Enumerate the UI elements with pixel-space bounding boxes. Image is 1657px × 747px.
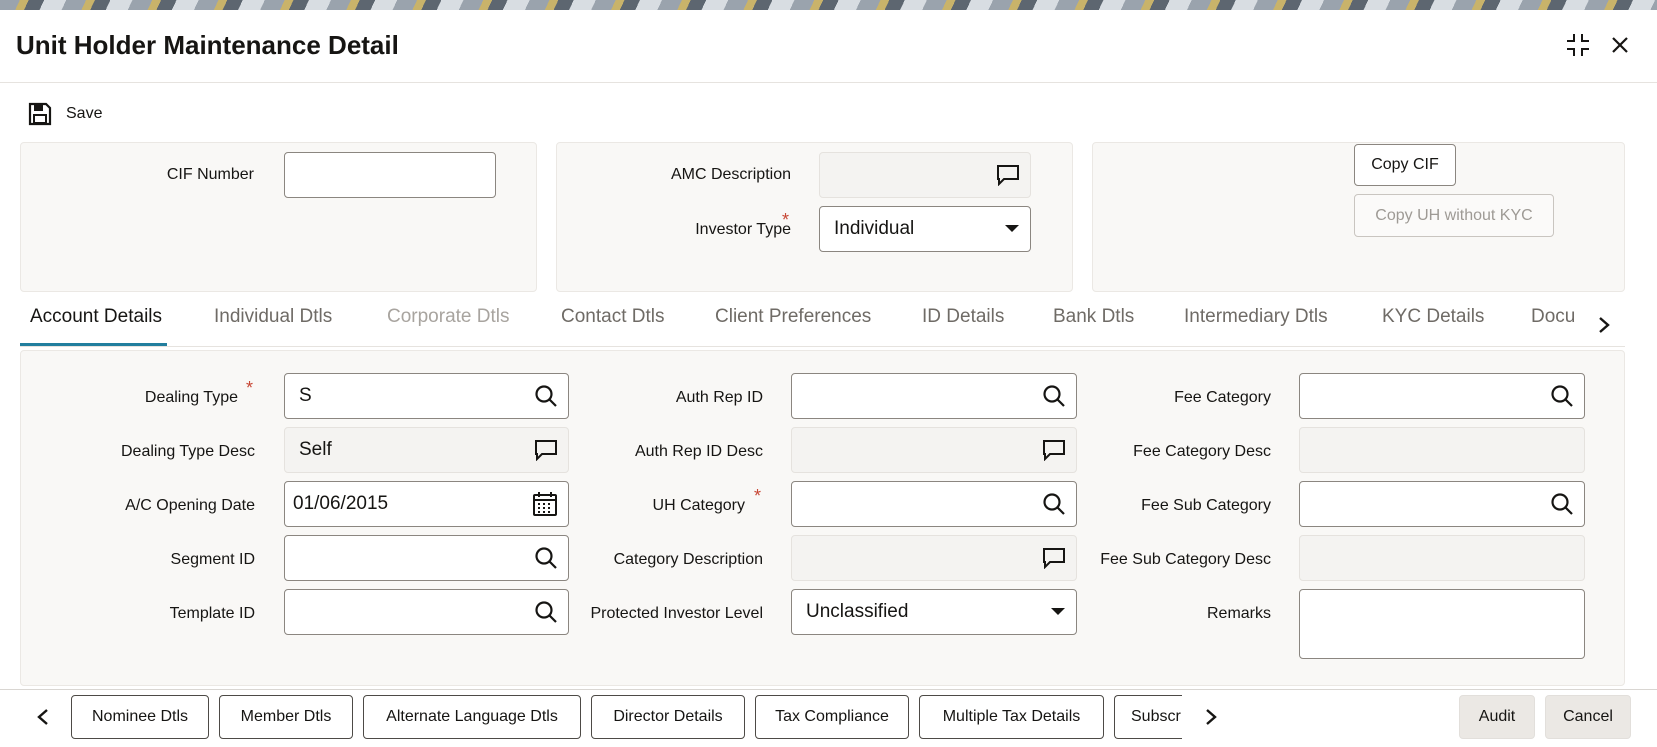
- tax-compliance-button[interactable]: Tax Compliance: [755, 695, 909, 739]
- tabs-divider: [20, 346, 1625, 347]
- uh-category-required-marker: *: [754, 486, 762, 506]
- save-label: Save: [66, 105, 103, 122]
- tab-bank-dtls[interactable]: Bank Dtls: [1053, 306, 1134, 328]
- ac-opening-date-label: A/C Opening Date: [125, 497, 255, 514]
- search-icon[interactable]: [1550, 492, 1574, 516]
- auth-rep-id-input[interactable]: [791, 373, 1077, 419]
- remarks-textarea[interactable]: [1299, 589, 1585, 659]
- calendar-icon[interactable]: [532, 491, 558, 517]
- uh-category-label: UH Category: [652, 497, 745, 514]
- fee-sub-category-desc-label: Fee Sub Category Desc: [1100, 551, 1271, 568]
- investor-type-label: Investor Type: [695, 221, 791, 238]
- director-details-button[interactable]: Director Details: [591, 695, 745, 739]
- amc-description-field: [819, 152, 1031, 198]
- tab-contact-dtls[interactable]: Contact Dtls: [561, 306, 664, 328]
- dealing-type-desc-value: Self: [299, 439, 332, 460]
- active-tab-indicator: [20, 343, 167, 346]
- tab-corporate-dtls[interactable]: Corporate Dtls: [387, 306, 510, 328]
- category-description-field: [791, 535, 1077, 581]
- cif-number-input[interactable]: [284, 152, 496, 198]
- tab-intermediary-dtls[interactable]: Intermediary Dtls: [1184, 306, 1328, 328]
- fee-category-label: Fee Category: [1174, 389, 1271, 406]
- ac-opening-date-input[interactable]: 01/06/2015: [284, 481, 569, 527]
- remarks-label: Remarks: [1206, 605, 1271, 622]
- auth-rep-id-desc-field: [791, 427, 1077, 473]
- tab-client-preferences[interactable]: Client Preferences: [715, 306, 871, 328]
- dealing-type-label: Dealing Type: [144, 389, 238, 406]
- member-dtls-button[interactable]: Member Dtls: [219, 695, 353, 739]
- save-button[interactable]: Save: [28, 100, 102, 128]
- header-divider: [0, 82, 1657, 83]
- bottom-scroll-right-icon[interactable]: [1198, 703, 1224, 731]
- fee-sub-category-desc-field: [1299, 535, 1585, 581]
- search-icon[interactable]: [1042, 492, 1066, 516]
- search-icon[interactable]: [534, 384, 558, 408]
- fee-sub-category-input[interactable]: [1299, 481, 1585, 527]
- search-icon[interactable]: [1042, 384, 1066, 408]
- top-banner: [0, 0, 1657, 10]
- tab-kyc-details[interactable]: KYC Details: [1382, 306, 1484, 328]
- dealing-type-input[interactable]: S: [284, 373, 569, 419]
- comment-icon[interactable]: [1042, 439, 1066, 461]
- copy-cif-button[interactable]: Copy CIF: [1354, 144, 1456, 186]
- uh-category-input[interactable]: [791, 481, 1077, 527]
- auth-rep-id-label: Auth Rep ID: [675, 389, 763, 406]
- investor-type-required-marker: *: [782, 210, 790, 230]
- amc-description-label: AMC Description: [670, 166, 791, 183]
- investor-type-select[interactable]: Individual: [819, 206, 1031, 252]
- tab-documents[interactable]: Docu: [1531, 306, 1601, 328]
- template-id-input[interactable]: [284, 589, 569, 635]
- nominee-dtls-button[interactable]: Nominee Dtls: [71, 695, 209, 739]
- bottom-bar-divider: [0, 689, 1657, 690]
- cancel-button[interactable]: Cancel: [1545, 695, 1631, 739]
- category-description-label: Category Description: [613, 551, 763, 568]
- dealing-type-desc-field: Self: [284, 427, 569, 473]
- dealing-type-desc-label: Dealing Type Desc: [121, 443, 255, 460]
- subscription-button[interactable]: Subscr: [1114, 695, 1182, 739]
- investor-type-value: Individual: [834, 218, 915, 239]
- fee-category-input[interactable]: [1299, 373, 1585, 419]
- bottom-scroll-left-icon[interactable]: [30, 703, 56, 731]
- search-icon[interactable]: [534, 600, 558, 624]
- copy-uh-without-kyc-button[interactable]: Copy UH without KYC: [1354, 194, 1554, 237]
- fee-sub-category-label: Fee Sub Category: [1141, 497, 1271, 514]
- auth-rep-id-desc-label: Auth Rep ID Desc: [634, 443, 763, 460]
- page-title: Unit Holder Maintenance Detail: [16, 30, 399, 60]
- minimize-icon[interactable]: [1563, 30, 1593, 60]
- template-id-label: Template ID: [169, 605, 255, 622]
- comment-icon[interactable]: [1042, 547, 1066, 569]
- tab-account-details[interactable]: Account Details: [30, 306, 162, 328]
- cif-number-label: CIF Number: [166, 166, 254, 183]
- multiple-tax-details-button[interactable]: Multiple Tax Details: [919, 695, 1104, 739]
- tabs-scroll-right-icon[interactable]: [1592, 310, 1616, 340]
- save-icon: [28, 102, 52, 126]
- audit-button[interactable]: Audit: [1459, 695, 1535, 739]
- protected-investor-level-select[interactable]: Unclassified: [791, 589, 1077, 635]
- protected-investor-level-value: Unclassified: [806, 601, 909, 622]
- tab-individual-dtls[interactable]: Individual Dtls: [214, 306, 332, 328]
- close-icon[interactable]: [1605, 30, 1635, 60]
- protected-investor-level-label: Protected Investor Level: [590, 605, 763, 622]
- comment-icon[interactable]: [534, 439, 558, 461]
- segment-id-input[interactable]: [284, 535, 569, 581]
- fee-category-desc-field: [1299, 427, 1585, 473]
- search-icon[interactable]: [1550, 384, 1574, 408]
- comment-icon[interactable]: [996, 164, 1020, 186]
- dealing-type-value: S: [299, 385, 312, 406]
- segment-id-label: Segment ID: [170, 551, 255, 568]
- alternate-language-dtls-button[interactable]: Alternate Language Dtls: [363, 695, 581, 739]
- dealing-type-required-marker: *: [246, 378, 254, 398]
- ac-opening-date-value: 01/06/2015: [293, 493, 389, 514]
- search-icon[interactable]: [534, 546, 558, 570]
- fee-category-desc-label: Fee Category Desc: [1133, 443, 1271, 460]
- chevron-down-icon: [1004, 224, 1020, 234]
- chevron-down-icon: [1050, 607, 1066, 617]
- tab-id-details[interactable]: ID Details: [922, 306, 1004, 328]
